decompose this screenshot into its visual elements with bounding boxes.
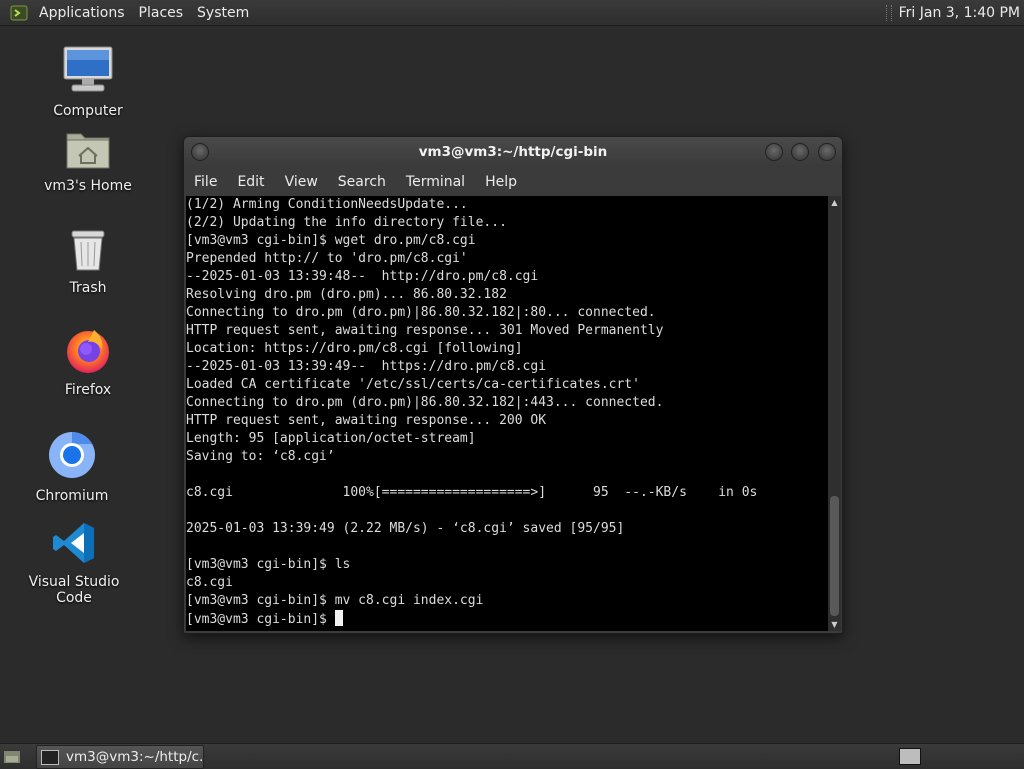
places-menu[interactable]: Places [132,5,191,21]
terminal-line: --2025-01-03 13:39:49-- https://dro.pm/c… [186,359,547,374]
trash-icon [28,228,148,276]
text-cursor [334,610,343,626]
window-titlebar[interactable]: vm3@vm3:~/http/cgi-bin [184,137,842,167]
terminal-output[interactable]: (1/2) Arming ConditionNeedsUpdate... (2/… [186,196,828,631]
window-title: vm3@vm3:~/http/cgi-bin [418,144,608,160]
menu-edit[interactable]: Edit [227,174,274,190]
minimize-button[interactable] [765,143,783,161]
desktop-icon-label: Chromium [35,488,109,504]
terminal-line: c8.cgi [186,575,233,590]
terminal-line: c8.cgi 100%[===================>] 95 --.… [186,485,758,500]
maximize-button[interactable] [791,143,809,161]
terminal-line: Prepended http:// to 'dro.pm/c8.cgi' [186,251,468,266]
chromium-icon [12,430,132,484]
vscode-icon [14,520,134,570]
menu-view[interactable]: View [275,174,328,190]
desktop-icon-label: Trash [69,280,107,296]
terminal-line: Connecting to dro.pm (dro.pm)|86.80.32.1… [186,305,656,320]
terminal-line: (1/2) Arming ConditionNeedsUpdate... [186,197,468,212]
top-panel: Applications Places System Fri Jan 3, 1:… [0,0,1024,26]
terminal-icon [41,749,59,765]
menu-search[interactable]: Search [328,174,396,190]
close-button[interactable] [818,143,836,161]
firefox-icon [28,326,148,378]
window-menu-button[interactable] [191,143,209,161]
scroll-up-arrow-icon[interactable]: ▲ [828,196,841,209]
taskbar-window-label: vm3@vm3:~/http/c... [66,749,204,765]
terminal-line: [vm3@vm3 cgi-bin]$ wget dro.pm/c8.cgi [186,233,476,248]
desktop-icon-trash[interactable]: Trash [28,228,148,296]
terminal-line: Location: https://dro.pm/c8.cgi [followi… [186,341,523,356]
terminal-window[interactable]: vm3@vm3:~/http/cgi-bin File Edit View Se… [183,136,843,634]
terminal-line: Connecting to dro.pm (dro.pm)|86.80.32.1… [186,395,664,410]
taskbar-window-button[interactable]: vm3@vm3:~/http/c... [36,745,204,769]
desktop-icon-label: Computer [53,103,123,119]
terminal-line: HTTP request sent, awaiting response... … [186,413,547,428]
home-folder-icon [28,128,148,174]
terminal-line: Loaded CA certificate '/etc/ssl/certs/ca… [186,377,640,392]
desktop-icon-chromium[interactable]: Chromium [12,430,132,504]
menu-terminal[interactable]: Terminal [396,174,475,190]
desktop-icon-label: Visual Studio Code [28,574,120,606]
terminal-prompt-line[interactable]: [vm3@vm3 cgi-bin]$ [186,610,828,628]
system-menu[interactable]: System [190,5,256,21]
menu-help[interactable]: Help [475,174,527,190]
terminal-line: Saving to: ‘c8.cgi’ [186,449,335,464]
bottom-panel: vm3@vm3:~/http/c... [0,743,1024,769]
desktop-icon-label: vm3's Home [44,178,132,194]
terminal-line: Length: 95 [application/octet-stream] [186,431,476,446]
menu-file[interactable]: File [184,174,227,190]
scroll-down-arrow-icon[interactable]: ▼ [828,618,841,631]
desktop-icon-firefox[interactable]: Firefox [28,326,148,398]
applications-menu[interactable]: Applications [32,5,132,21]
terminal-line: (2/2) Updating the info directory file..… [186,215,507,230]
workspace-switcher[interactable] [899,748,921,765]
scrollbar-thumb[interactable] [830,496,839,616]
desktop-icon-home[interactable]: vm3's Home [28,128,148,194]
desktop-icon-vscode[interactable]: Visual Studio Code [14,520,134,606]
applications-menu-icon[interactable] [10,4,28,22]
show-desktop-icon[interactable] [3,749,21,764]
panel-handle [885,4,892,21]
desktop-icon-label: Firefox [64,382,112,398]
terminal-scrollbar[interactable]: ▲ ▼ [828,196,841,631]
desktop-icon-computer[interactable]: Computer [28,45,148,119]
terminal-menubar: File Edit View Search Terminal Help [184,167,842,196]
clock[interactable]: Fri Jan 3, 1:40 PM [899,5,1024,21]
terminal-line: 2025-01-03 13:39:49 (2.22 MB/s) - ‘c8.cg… [186,521,625,536]
terminal-line: [vm3@vm3 cgi-bin]$ mv c8.cgi index.cgi [186,593,484,608]
terminal-line: Resolving dro.pm (dro.pm)... 86.80.32.18… [186,287,507,302]
terminal-line: --2025-01-03 13:39:48-- http://dro.pm/c8… [186,269,539,284]
terminal-line: HTTP request sent, awaiting response... … [186,323,664,338]
terminal-line: [vm3@vm3 cgi-bin]$ ls [186,557,351,572]
computer-icon [28,45,148,99]
terminal-prompt: [vm3@vm3 cgi-bin]$ [186,612,335,627]
